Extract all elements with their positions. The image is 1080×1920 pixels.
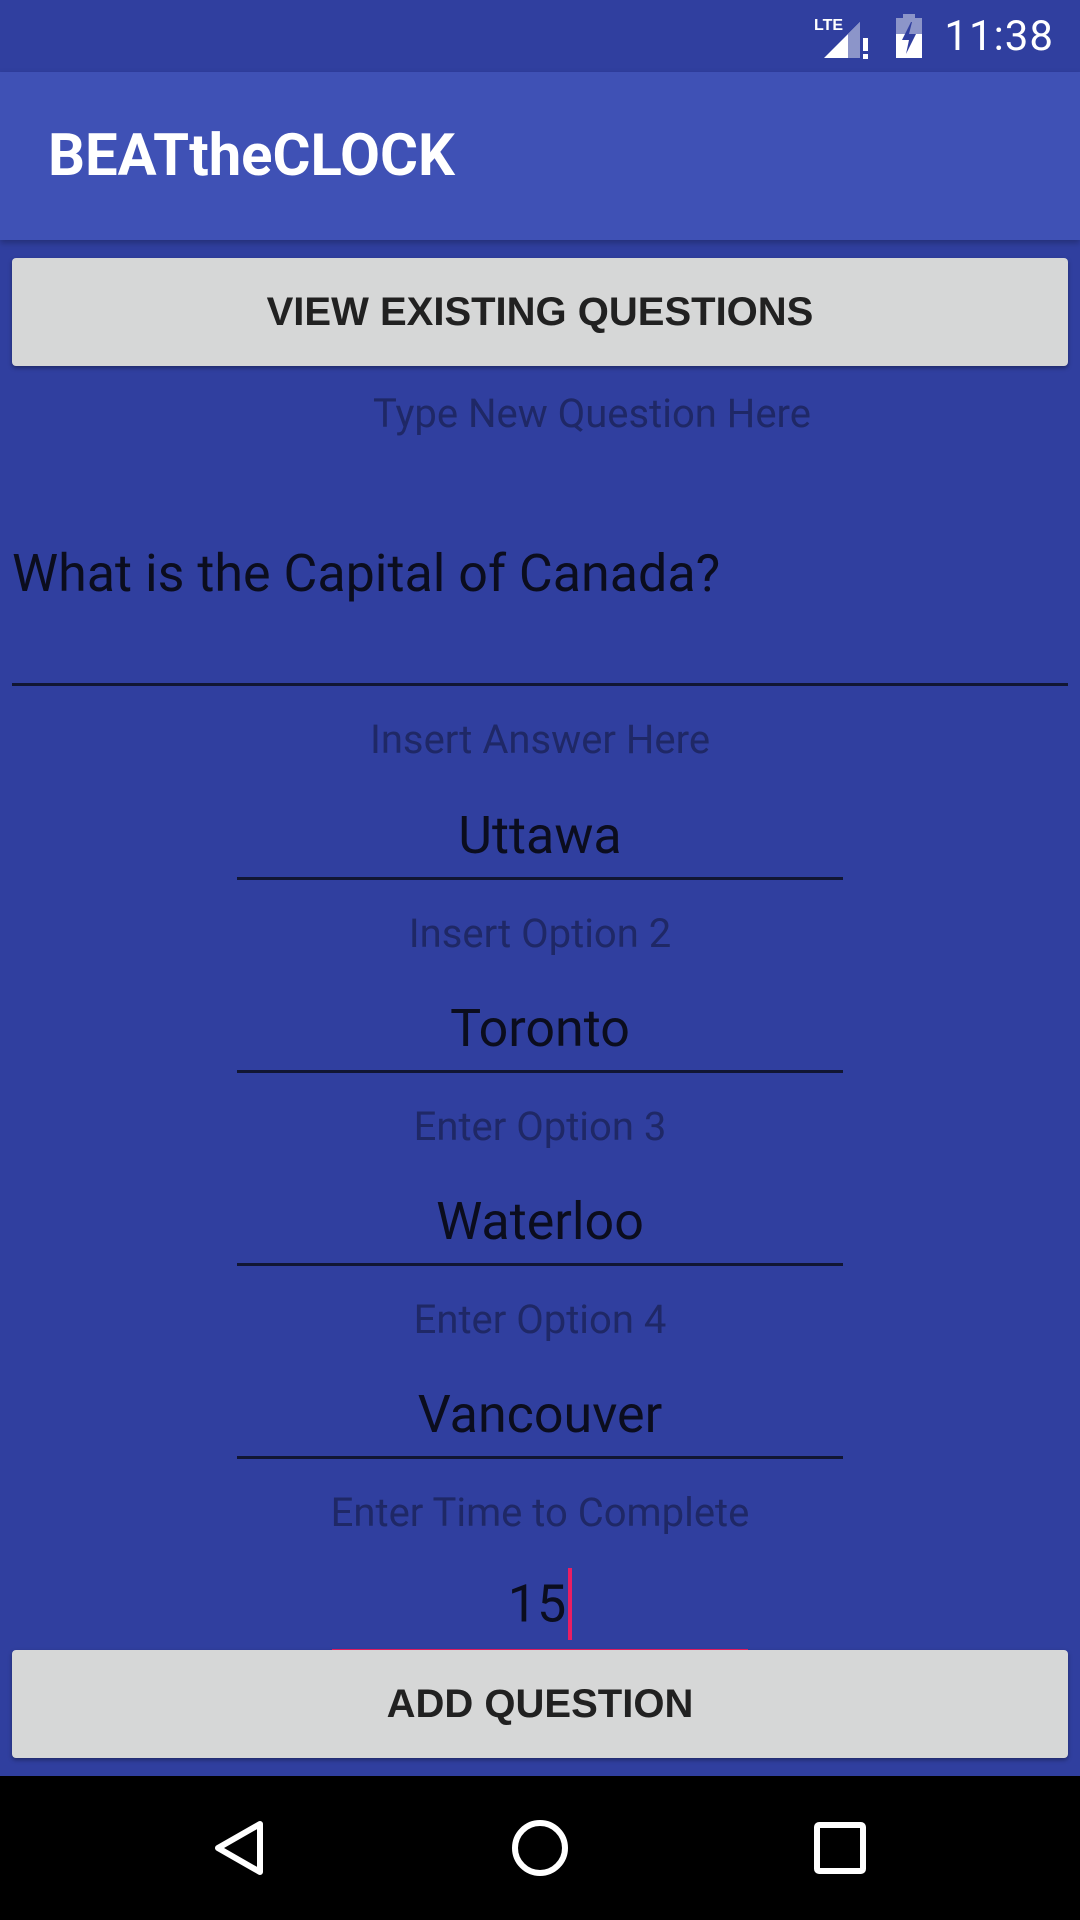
option2-label: Insert Option 2 [408,910,672,957]
time-input-value: 15 [507,1573,567,1635]
battery-charging-icon [894,12,924,60]
status-clock: 11:38 [944,11,1054,61]
time-label: Enter Time to Complete [330,1489,750,1536]
option4-label: Enter Option 4 [413,1296,667,1343]
lte-signal-icon: LTE [814,12,872,60]
navigation-bar [0,1776,1080,1920]
back-icon[interactable] [204,1812,276,1884]
option4-input-value: Vancouver [417,1384,663,1445]
question-label: Type New Question Here [373,390,811,437]
option2-input-value: Toronto [450,998,630,1059]
answer-input[interactable]: Uttawa [237,804,843,880]
option2-input[interactable]: Toronto [237,997,843,1073]
svg-text:LTE: LTE [814,17,843,34]
question-input[interactable]: What is the Capital of Canada? [12,542,1068,686]
text-cursor [568,1568,573,1640]
app-title: BEATtheCLOCK [48,122,455,190]
question-input-value: What is the Capital of Canada? [12,543,721,604]
option3-label: Enter Option 3 [413,1103,667,1150]
app-bar: BEATtheCLOCK [0,72,1080,240]
answer-input-value: Uttawa [458,805,622,866]
answer-label: Insert Answer Here [369,716,711,763]
time-input[interactable]: 15 [332,1568,748,1652]
add-question-button[interactable]: ADD QUESTION [12,1650,1068,1758]
view-existing-questions-button[interactable]: VIEW EXISTING QUESTIONS [12,258,1068,366]
status-bar: LTE 11:38 [0,0,1080,72]
home-icon[interactable] [504,1812,576,1884]
option4-input[interactable]: Vancouver [237,1383,843,1459]
recents-icon[interactable] [804,1812,876,1884]
status-icons: LTE 11:38 [814,0,1054,72]
option3-input[interactable]: Waterloo [237,1190,843,1266]
option3-input-value: Waterloo [436,1191,644,1252]
